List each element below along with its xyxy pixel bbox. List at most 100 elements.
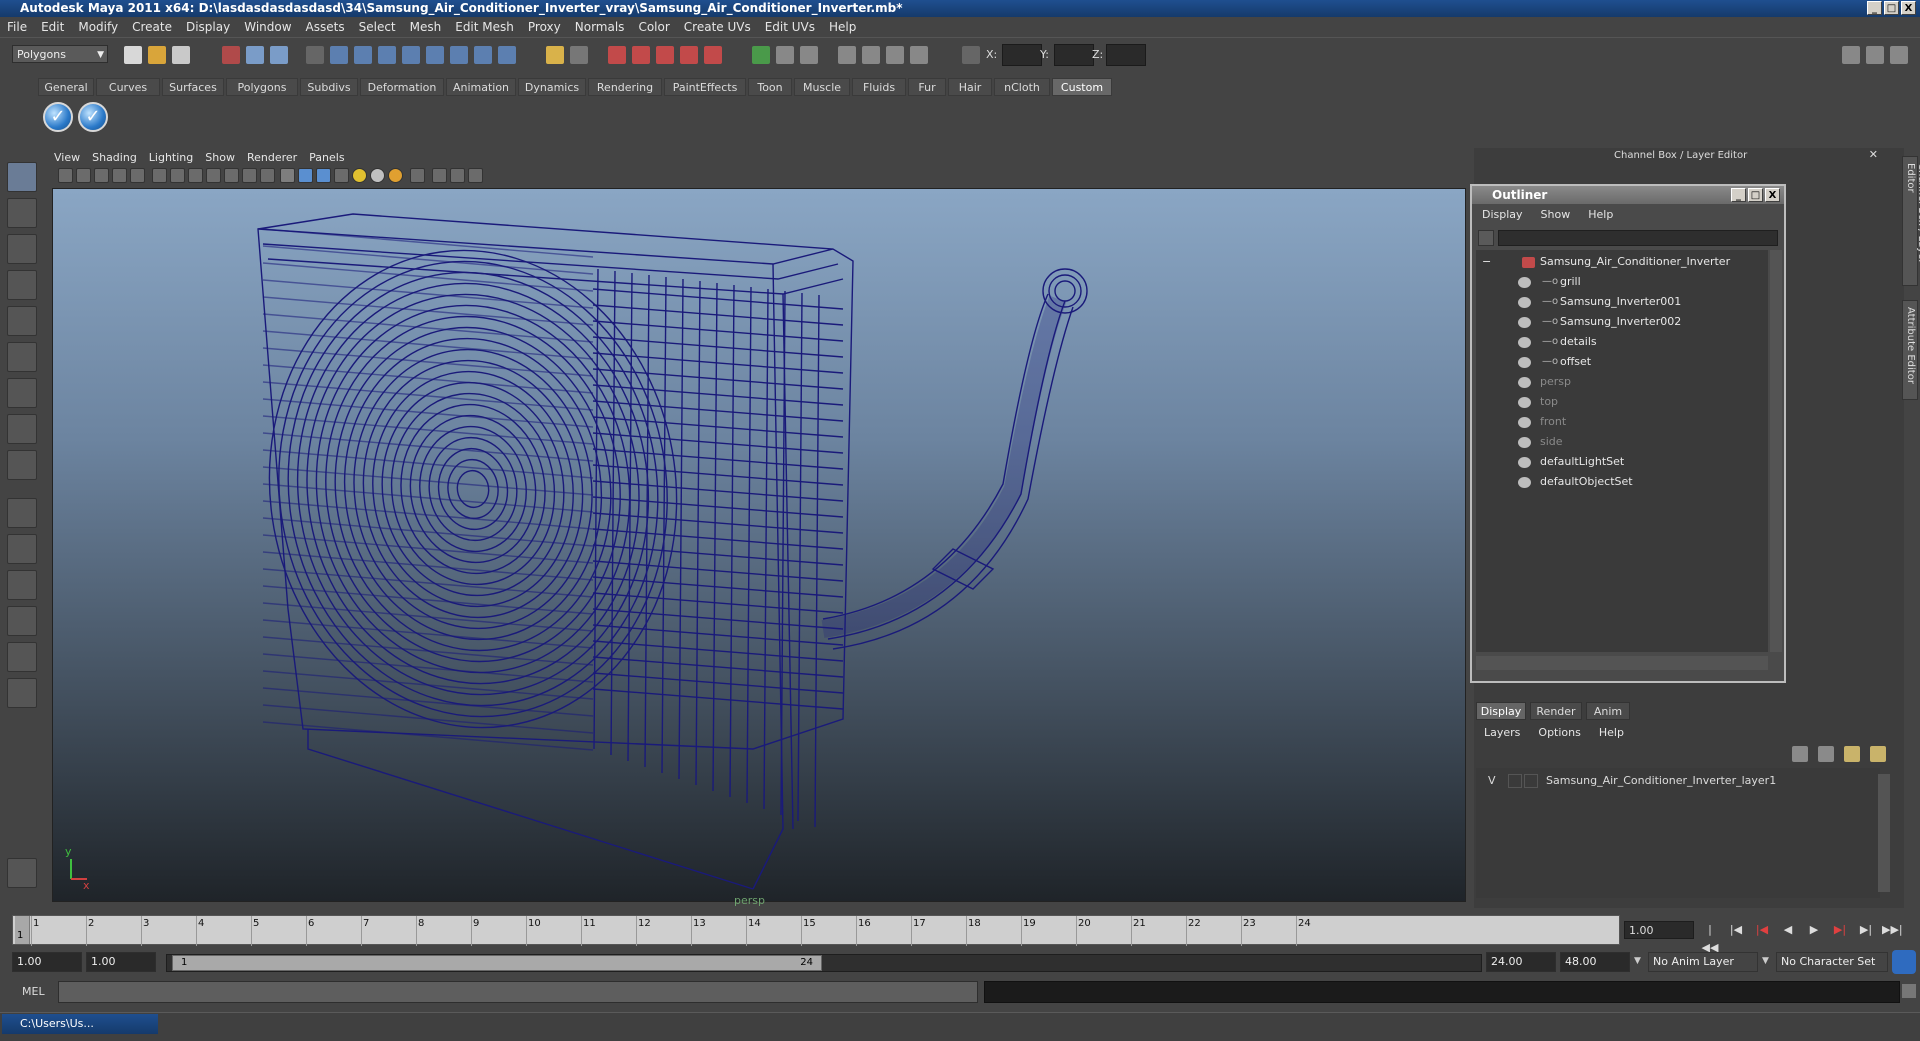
maximize-button[interactable]: □ [1884, 1, 1899, 15]
menu-edit-uvs[interactable]: Edit UVs [758, 20, 822, 34]
layer-menu-layers[interactable]: Layers [1484, 726, 1520, 739]
menu-window[interactable]: Window [237, 20, 298, 34]
shelf-tab-ncloth[interactable]: nCloth [994, 78, 1050, 96]
lasso-tool-icon[interactable] [7, 198, 37, 228]
end-time-field[interactable]: 48.00 [1560, 952, 1630, 972]
step-forward-frame-icon[interactable]: ▶| [1856, 921, 1876, 939]
perspective-viewport[interactable]: y x [52, 188, 1466, 902]
last-tool-icon[interactable] [7, 450, 37, 480]
isolate-select-icon[interactable] [410, 168, 425, 183]
layout-persp-outliner-icon[interactable] [7, 570, 37, 600]
xray-icon[interactable] [334, 168, 349, 183]
outliner-item[interactable]: front [1476, 412, 1766, 432]
x-field[interactable] [1002, 44, 1042, 66]
outliner-item[interactable]: grill —o [1476, 272, 1766, 292]
outliner-item[interactable]: side [1476, 432, 1766, 452]
gate-mask-icon[interactable] [206, 168, 221, 183]
outliner-item[interactable]: Samsung_Inverter002 —o [1476, 312, 1766, 332]
move-layer-down-icon[interactable] [1818, 746, 1834, 762]
step-back-key-icon[interactable]: |◀ [1752, 921, 1772, 939]
select-component-icon[interactable] [270, 46, 288, 64]
shelf-tab-custom[interactable]: Custom [1052, 78, 1112, 96]
close-button[interactable]: X [1901, 1, 1916, 15]
shelf-tab-animation[interactable]: Animation [446, 78, 516, 96]
go-to-end-icon[interactable]: ▶▶| [1882, 921, 1903, 939]
outliner-menu-display[interactable]: Display [1482, 208, 1523, 221]
shelf-tab-fluids[interactable]: Fluids [852, 78, 906, 96]
resolution-gate-icon[interactable] [188, 168, 203, 183]
snap-plane-icon[interactable] [402, 46, 420, 64]
lock-selection-icon[interactable] [306, 46, 324, 64]
render-settings-icon[interactable] [656, 46, 674, 64]
menu-display[interactable]: Display [179, 20, 237, 34]
shelf-tab-surfaces[interactable]: Surfaces [162, 78, 224, 96]
step-forward-key-icon[interactable]: ▶| [1830, 921, 1850, 939]
wireframe-icon[interactable] [280, 168, 295, 183]
select-camera-icon[interactable] [58, 168, 73, 183]
move-tool-icon[interactable] [7, 270, 37, 300]
snap-surface-icon[interactable] [426, 46, 444, 64]
command-language-label[interactable]: MEL [22, 985, 45, 998]
playback-start-field[interactable]: 1.00 [86, 952, 156, 972]
layer-playback-toggle[interactable] [1508, 774, 1522, 788]
script-editor-icon[interactable] [1902, 984, 1916, 998]
command-input[interactable] [58, 981, 978, 1003]
shelf-tab-curves[interactable]: Curves [96, 78, 160, 96]
history-icon[interactable] [450, 46, 468, 64]
hypershade-icon[interactable] [680, 46, 698, 64]
menu-select[interactable]: Select [352, 20, 403, 34]
outliner-item[interactable]: defaultObjectSet [1476, 472, 1766, 492]
rotate-tool-icon[interactable] [7, 306, 37, 336]
tool-settings-icon[interactable] [776, 46, 794, 64]
layer-list-scrollbar[interactable] [1878, 774, 1890, 892]
shelf-tab-dynamics[interactable]: Dynamics [518, 78, 586, 96]
help-icon[interactable] [498, 46, 516, 64]
render-frame-icon[interactable] [608, 46, 626, 64]
layout-channel-icon[interactable] [1866, 46, 1884, 64]
menu-normals[interactable]: Normals [568, 20, 632, 34]
playback-end-field[interactable]: 24.00 [1486, 952, 1556, 972]
move-layer-up-icon[interactable] [1792, 746, 1808, 762]
tab-render[interactable]: Render [1530, 702, 1582, 720]
outliner-minimize-button[interactable]: _ [1731, 188, 1746, 202]
layer-menu-options[interactable]: Options [1538, 726, 1580, 739]
panel-menu-show[interactable]: Show [205, 151, 235, 164]
two-d-pan-icon[interactable] [130, 168, 145, 183]
shelf-tab-polygons[interactable]: Polygons [226, 78, 298, 96]
safe-action-icon[interactable] [242, 168, 257, 183]
time-slider[interactable]: 1 1 2 3 4 5 6 7 8 9 10 11 12 13 14 15 16 17 18 19 20 21 22 23 2… [12, 915, 1620, 946]
step-back-frame-icon[interactable]: |◀ [1726, 921, 1746, 939]
character-set-select[interactable]: No Character Set [1776, 952, 1888, 972]
chevron-down-icon[interactable]: ▼ [1634, 956, 1641, 966]
layer-color-swatch[interactable] [1524, 774, 1538, 788]
current-frame-marker[interactable]: 1 [15, 916, 30, 944]
menu-color[interactable]: Color [631, 20, 676, 34]
shelf-tab-rendering[interactable]: Rendering [588, 78, 662, 96]
smooth-shade-icon[interactable] [298, 168, 313, 183]
shelf-tab-deformation[interactable]: Deformation [360, 78, 444, 96]
tab-display[interactable]: Display [1476, 702, 1526, 720]
snap-point-icon[interactable] [378, 46, 396, 64]
field-chart-icon[interactable] [224, 168, 239, 183]
grid-icon[interactable] [152, 168, 167, 183]
panel-menu-shading[interactable]: Shading [92, 151, 137, 164]
outliner-icon[interactable] [838, 46, 856, 64]
menu-proxy[interactable]: Proxy [521, 20, 568, 34]
outliner-item[interactable]: − Samsung_Air_Conditioner_Inverter [1476, 252, 1766, 272]
menu-mesh[interactable]: Mesh [403, 20, 449, 34]
soft-mod-tool-icon[interactable] [7, 414, 37, 444]
tab-anim[interactable]: Anim [1586, 702, 1630, 720]
shelf-tab-muscle[interactable]: Muscle [794, 78, 850, 96]
select-tool-icon[interactable] [7, 162, 37, 192]
layout-single-perspective-icon[interactable] [7, 498, 37, 528]
safe-title-icon[interactable] [260, 168, 275, 183]
anim-layer-select[interactable]: No Anim Layer [1648, 952, 1758, 972]
camera-icon[interactable] [570, 46, 588, 64]
input-ops-icon[interactable] [474, 46, 492, 64]
layout-four-view-icon[interactable] [7, 534, 37, 564]
minimized-window[interactable]: C:\Users\Us... [2, 1014, 158, 1034]
menu-assets[interactable]: Assets [299, 20, 352, 34]
outliner-vertical-scrollbar[interactable] [1770, 250, 1782, 652]
panel-menu-renderer[interactable]: Renderer [247, 151, 297, 164]
outliner-item[interactable]: persp [1476, 372, 1766, 392]
